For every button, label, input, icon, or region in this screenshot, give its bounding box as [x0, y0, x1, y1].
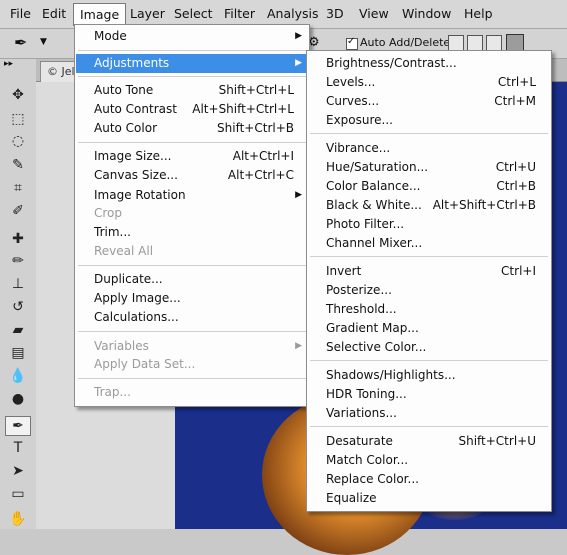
- menu-separator: [310, 256, 548, 257]
- path-intersect-icon[interactable]: [486, 35, 502, 51]
- menu-item-color-balance[interactable]: Color Balance... Ctrl+B: [308, 177, 550, 196]
- pen-tool-icon[interactable]: ✒: [5, 416, 31, 436]
- chevron-down-icon[interactable]: ▼: [40, 37, 47, 47]
- menu-window[interactable]: Window: [396, 3, 457, 24]
- menu-item-apply-data-set[interactable]: Apply Data Set...: [76, 355, 308, 374]
- menu-help[interactable]: Help: [458, 3, 499, 24]
- menu-item-crop[interactable]: Crop: [76, 204, 308, 223]
- path-selection-tool-icon[interactable]: ➤: [6, 462, 30, 480]
- crop-tool-icon[interactable]: ⌗: [6, 179, 30, 197]
- menu-item-image-rotation[interactable]: Image Rotation ▶: [76, 186, 308, 205]
- menu-item-reveal-all[interactable]: Reveal All: [76, 242, 308, 261]
- menu-item-photo-filter[interactable]: Photo Filter...: [308, 215, 550, 234]
- move-tool-icon[interactable]: ✥: [6, 86, 30, 104]
- menu-item-hdr-toning[interactable]: HDR Toning...: [308, 385, 550, 404]
- quick-selection-tool-icon[interactable]: ✎: [6, 156, 30, 174]
- eyedropper-tool-icon[interactable]: ✐: [6, 202, 30, 220]
- menu-item-auto-contrast[interactable]: Auto Contrast Alt+Shift+Ctrl+L: [76, 100, 308, 119]
- menu-separator: [78, 378, 306, 379]
- menu-item-calculations[interactable]: Calculations...: [76, 308, 308, 327]
- menu-separator: [78, 265, 306, 266]
- eraser-tool-icon[interactable]: ▰: [6, 321, 30, 339]
- menu-item-desaturate[interactable]: Desaturate Shift+Ctrl+U: [308, 432, 550, 451]
- menu-view[interactable]: View: [353, 3, 395, 24]
- submenu-arrow-icon: ▶: [295, 31, 302, 41]
- submenu-arrow-icon: ▶: [295, 58, 302, 68]
- auto-add-delete-checkbox[interactable]: [346, 36, 358, 50]
- menu-separator: [78, 331, 306, 332]
- menu-image[interactable]: Image: [73, 3, 127, 26]
- lasso-tool-icon[interactable]: ◌: [6, 132, 30, 150]
- menu-separator: [310, 133, 548, 134]
- path-subtract-icon[interactable]: [467, 35, 483, 51]
- menu-item-trim[interactable]: Trim...: [76, 223, 308, 242]
- menu-item-exposure[interactable]: Exposure...: [308, 111, 550, 130]
- path-combine-icon[interactable]: [448, 35, 464, 51]
- menu-item-gradient-map[interactable]: Gradient Map...: [308, 319, 550, 338]
- menu-item-auto-color[interactable]: Auto Color Shift+Ctrl+B: [76, 119, 308, 138]
- menu-item-canvas-size[interactable]: Canvas Size... Alt+Ctrl+C: [76, 166, 308, 185]
- adjustments-submenu: Brightness/Contrast... Levels... Ctrl+L C…: [306, 50, 552, 512]
- menu-filter[interactable]: Filter: [218, 3, 261, 24]
- menu-item-black-white[interactable]: Black & White... Alt+Shift+Ctrl+B: [308, 196, 550, 215]
- menu-item-auto-tone[interactable]: Auto Tone Shift+Ctrl+L: [76, 81, 308, 100]
- gradient-tool-icon[interactable]: ▤: [6, 344, 30, 362]
- menu-select[interactable]: Select: [168, 3, 219, 24]
- menu-item-hue-saturation[interactable]: Hue/Saturation... Ctrl+U: [308, 158, 550, 177]
- menu-item-replace-color[interactable]: Replace Color...: [308, 470, 550, 489]
- menu-item-match-color[interactable]: Match Color...: [308, 451, 550, 470]
- menu-item-brightness-contrast[interactable]: Brightness/Contrast...: [308, 54, 550, 73]
- hand-tool-icon[interactable]: ✋: [6, 510, 30, 528]
- menu-separator: [78, 76, 306, 77]
- brush-tool-icon[interactable]: ✏: [6, 252, 30, 270]
- menu-layer[interactable]: Layer: [124, 3, 171, 24]
- menu-file[interactable]: File: [4, 3, 37, 24]
- menu-analysis[interactable]: Analysis: [261, 3, 325, 24]
- menu-item-invert[interactable]: Invert Ctrl+I: [308, 262, 550, 281]
- dodge-tool-icon[interactable]: ●: [6, 390, 30, 408]
- image-menu: Mode ▶ Adjustments ▶ Auto Tone Shift+Ctrl+L…: [74, 24, 310, 407]
- menu-item-trap[interactable]: Trap...: [76, 383, 308, 402]
- toolbox: ▸▸ ✥ ⬚ ◌ ✎ ⌗ ✐ ✚ ✏ ⊥ ↺ ▰ ▤ 💧 ● ✒ T ➤ ▭ ✋: [0, 59, 37, 529]
- collapse-icon[interactable]: ▸▸: [4, 59, 13, 69]
- menu-item-image-size[interactable]: Image Size... Alt+Ctrl+I: [76, 147, 308, 166]
- blur-tool-icon[interactable]: 💧: [6, 367, 30, 385]
- menu-item-curves[interactable]: Curves... Ctrl+M: [308, 92, 550, 111]
- shape-tool-icon[interactable]: ▭: [6, 485, 30, 503]
- submenu-arrow-icon: ▶: [295, 190, 302, 200]
- menu-item-channel-mixer[interactable]: Channel Mixer...: [308, 234, 550, 253]
- menu-3d[interactable]: 3D: [320, 3, 350, 24]
- menu-item-variables[interactable]: Variables ▶: [76, 337, 308, 356]
- menu-item-equalize[interactable]: Equalize: [308, 489, 550, 508]
- history-brush-tool-icon[interactable]: ↺: [6, 298, 30, 316]
- menu-item-apply-image[interactable]: Apply Image...: [76, 289, 308, 308]
- menu-item-variations[interactable]: Variations...: [308, 404, 550, 423]
- menu-item-duplicate[interactable]: Duplicate...: [76, 270, 308, 289]
- menu-separator: [310, 426, 548, 427]
- menu-item-adjustments[interactable]: Adjustments ▶: [76, 54, 308, 73]
- clone-stamp-tool-icon[interactable]: ⊥: [6, 275, 30, 293]
- menu-edit[interactable]: Edit: [36, 3, 72, 24]
- healing-brush-tool-icon[interactable]: ✚: [6, 230, 30, 248]
- pen-tool-preset-icon[interactable]: ✒: [14, 33, 27, 52]
- type-tool-icon[interactable]: T: [6, 439, 30, 457]
- menu-item-posterize[interactable]: Posterize...: [308, 281, 550, 300]
- marquee-tool-icon[interactable]: ⬚: [6, 110, 30, 128]
- menu-item-mode[interactable]: Mode ▶: [76, 27, 308, 46]
- submenu-arrow-icon: ▶: [295, 341, 302, 351]
- menu-separator: [310, 360, 548, 361]
- auto-add-delete-label: Auto Add/Delete: [360, 36, 451, 49]
- menu-separator: [78, 50, 306, 51]
- menu-item-threshold[interactable]: Threshold...: [308, 300, 550, 319]
- menu-item-shadows-highlights[interactable]: Shadows/Highlights...: [308, 366, 550, 385]
- menu-item-levels[interactable]: Levels... Ctrl+L: [308, 73, 550, 92]
- menu-separator: [78, 142, 306, 143]
- menu-item-vibrance[interactable]: Vibrance...: [308, 139, 550, 158]
- menu-item-selective-color[interactable]: Selective Color...: [308, 338, 550, 357]
